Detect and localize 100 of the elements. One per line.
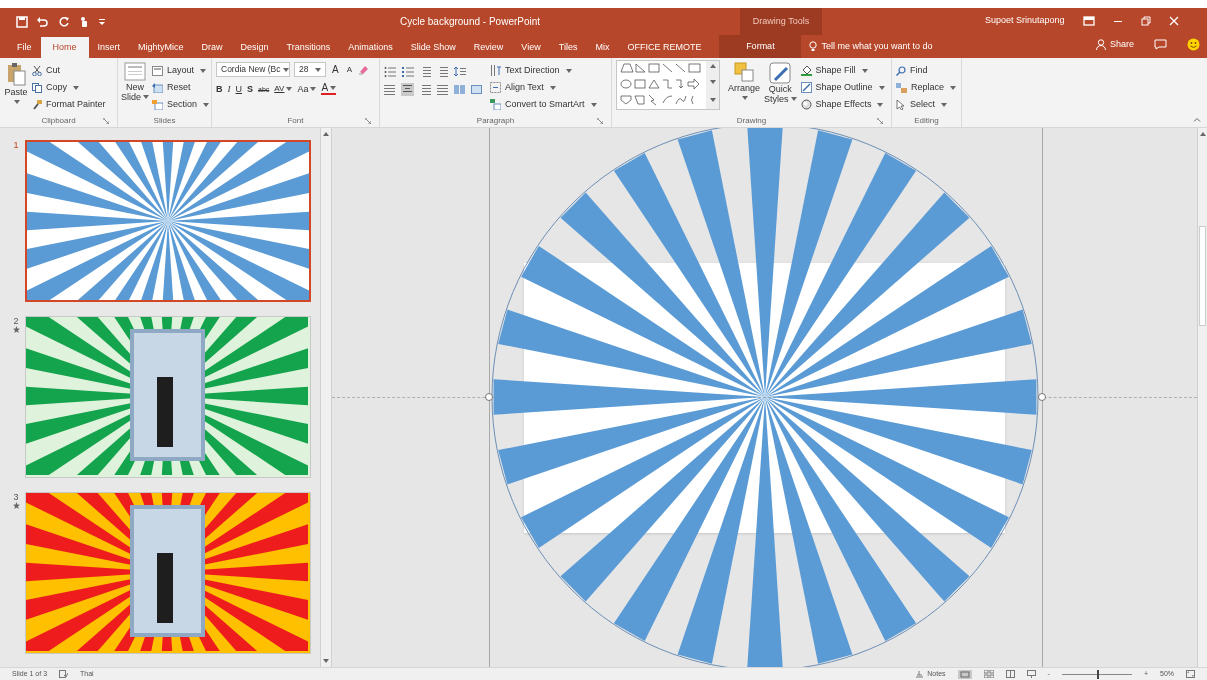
new-slide-button[interactable]: New Slide [122, 62, 148, 102]
ribbon-button[interactable]: Shape Fill [800, 62, 885, 79]
ribbon-button[interactable]: Layout [152, 62, 210, 79]
align-right-icon[interactable] [420, 84, 431, 95]
ribbon-tab[interactable]: File [8, 37, 41, 58]
grow-font-button[interactable]: A [330, 62, 341, 77]
touch-mode-icon[interactable] [78, 15, 90, 28]
dialog-launcher-icon[interactable] [365, 117, 371, 124]
user-name: Supoet Srinutapong [985, 14, 1065, 27]
group-label: Font [287, 114, 304, 127]
paste-button[interactable]: Paste [4, 62, 28, 104]
eraser-icon[interactable] [358, 64, 369, 75]
dialog-launcher-icon[interactable] [877, 117, 883, 124]
ribbon-button[interactable]: Shape Outline [800, 79, 885, 96]
ribbon-button[interactable]: Replace [896, 79, 957, 96]
ribbon-tab[interactable]: Home [40, 37, 89, 58]
numbering-icon[interactable] [402, 66, 414, 77]
scrollbar[interactable] [320, 128, 332, 667]
shapes-gallery[interactable] [616, 60, 720, 110]
resize-handle[interactable] [484, 392, 493, 401]
group-label: Drawing [736, 114, 767, 127]
caret-icon [790, 97, 797, 101]
increase-indent-icon[interactable] [437, 66, 448, 77]
font-size-field[interactable]: 28 [294, 62, 326, 77]
fit-to-window-icon[interactable] [1186, 670, 1195, 678]
shrink-font-button[interactable]: A [344, 63, 354, 76]
change-case-button[interactable]: Aa [297, 84, 317, 94]
paintbrush-icon [32, 99, 42, 110]
ribbon-button[interactable]: Cut [32, 62, 106, 79]
slide-sorter-icon[interactable] [983, 670, 994, 678]
dialog-launcher-icon[interactable] [597, 117, 603, 124]
undo-icon[interactable] [36, 15, 50, 28]
italic-button[interactable]: I [227, 84, 231, 94]
ribbon-tab[interactable]: Draw [192, 37, 232, 58]
line-spacing-icon[interactable] [454, 66, 466, 77]
ribbon-button[interactable]: Find [896, 62, 957, 79]
ribbon-button[interactable]: Reset [152, 79, 210, 96]
ribbon-tab[interactable]: Mix [586, 37, 619, 58]
customize-toolbar-icon[interactable] [98, 17, 106, 26]
dialog-launcher-icon[interactable] [103, 117, 109, 124]
arrange-button[interactable]: Arrange [728, 62, 761, 100]
comment-icon[interactable] [1154, 39, 1168, 51]
ribbon-button[interactable]: Align Text [490, 79, 597, 96]
table-icon[interactable] [471, 84, 482, 95]
ribbon-button[interactable]: Copy [32, 79, 106, 96]
bold-button[interactable]: B [216, 84, 223, 94]
ribbon-tab[interactable]: Transitions [277, 37, 340, 58]
ribbon-tab[interactable]: Slide Show [401, 37, 465, 58]
share-button[interactable]: Share [1096, 38, 1135, 52]
font-color-button[interactable]: A [321, 83, 337, 95]
slideshow-icon[interactable] [1026, 670, 1036, 678]
bullets-icon[interactable] [384, 66, 396, 77]
ribbon-button[interactable]: Select [896, 96, 957, 113]
ribbon-button[interactable]: Text Direction [490, 62, 597, 79]
scrollbar[interactable] [1197, 128, 1207, 667]
scroll-thumb[interactable] [1199, 226, 1206, 326]
ribbon-button[interactable]: Section [152, 96, 210, 113]
collapse-ribbon-icon[interactable] [1193, 117, 1201, 122]
close-icon[interactable] [1168, 15, 1179, 26]
caret-icon [310, 87, 317, 91]
ribbon-display-options-icon[interactable] [1082, 15, 1095, 26]
ribbon-tab[interactable]: View [512, 37, 550, 58]
scroll-up-icon [1199, 132, 1206, 136]
resize-handle[interactable] [1037, 392, 1046, 401]
ribbon-button[interactable]: Shape Effects [800, 96, 885, 113]
tell-me-field[interactable]: Tell me what you want to do [821, 39, 972, 54]
ribbon-tab[interactable]: Design [231, 37, 278, 58]
redo-icon[interactable] [58, 15, 70, 28]
text-direction-icon [490, 65, 501, 76]
ribbon-button[interactable]: Format Painter [32, 96, 106, 113]
underline-button[interactable]: U [235, 84, 242, 94]
lightbulb-icon [809, 41, 818, 52]
caret-icon [200, 68, 207, 73]
ribbon-tab[interactable]: MightyMice [129, 37, 193, 58]
decrease-indent-icon[interactable] [420, 66, 431, 77]
ribbon-tab[interactable]: Tiles [549, 37, 587, 58]
font-name-field[interactable]: Cordia New (Bc [216, 62, 290, 77]
align-left-icon[interactable] [384, 84, 395, 95]
ribbon-tab[interactable]: Animations [339, 37, 402, 58]
reading-view-icon[interactable] [1005, 670, 1015, 678]
align-center-icon[interactable] [401, 83, 414, 96]
shadow-button[interactable]: S [247, 84, 253, 94]
slider-thumb[interactable] [1096, 669, 1099, 679]
ribbon-tab[interactable]: OFFICE REMOTE [618, 37, 711, 58]
caret-icon [950, 85, 957, 90]
save-icon[interactable] [16, 15, 28, 28]
restore-icon[interactable] [1140, 15, 1151, 26]
ribbon-button[interactable]: Convert to SmartArt [490, 96, 597, 113]
ribbon-tab[interactable]: Format [719, 35, 802, 58]
justify-icon[interactable] [437, 84, 448, 95]
normal-view-icon[interactable] [957, 669, 972, 679]
character-spacing-button[interactable]: AV [274, 85, 293, 93]
group-label: Slides [153, 114, 176, 127]
group-label: Paragraph [476, 114, 515, 127]
ribbon-tab[interactable]: Insert [88, 37, 130, 58]
paint-bucket-icon [800, 65, 812, 76]
smiley-icon[interactable] [1187, 38, 1201, 52]
ribbon-tab[interactable]: Review [464, 37, 513, 58]
quick-styles-button[interactable]: Quick Styles [764, 62, 797, 104]
spell-check-icon[interactable] [59, 670, 69, 678]
